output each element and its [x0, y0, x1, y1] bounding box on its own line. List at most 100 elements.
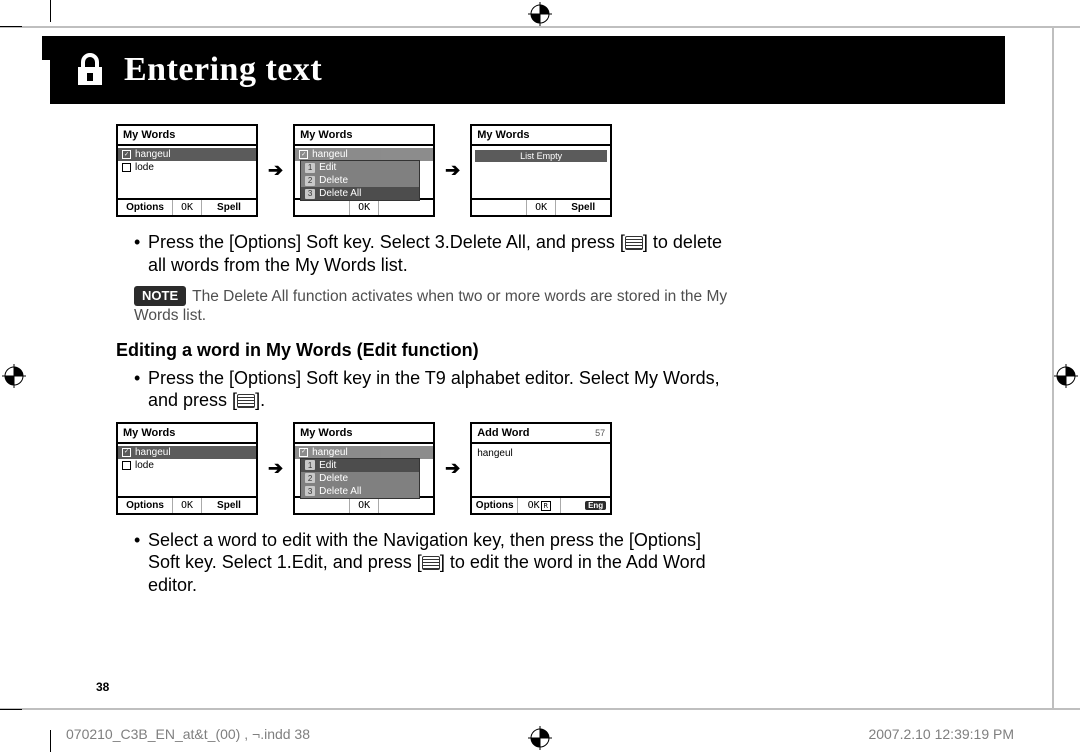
registration-mark-icon [528, 2, 552, 26]
menu-item: 3 Delete All [301, 187, 419, 200]
checkbox-icon [122, 163, 131, 172]
page-header: Entering text [50, 36, 1005, 104]
menu-item: 1 Edit [301, 459, 419, 472]
softkey-ok: OK [526, 200, 556, 215]
registration-mark-icon [1054, 364, 1078, 388]
arrow-right-icon: ➔ [266, 160, 285, 181]
registration-mark-icon [2, 364, 26, 388]
softkey-bar: Options OK Spell [118, 198, 256, 215]
checkbox-icon: ✓ [299, 150, 308, 159]
screen-title: Add Word [477, 427, 529, 439]
list-item-label: hangeul [312, 149, 348, 160]
softkey-bar: Options OKR Eng [472, 496, 610, 513]
softkey-right: Eng [561, 498, 610, 513]
menu-label: Delete All [319, 486, 361, 497]
list-item-label: hangeul [135, 149, 171, 160]
menu-label: Edit [319, 460, 336, 471]
crop-tick [50, 0, 51, 22]
empty-list-label: List Empty [475, 150, 607, 162]
softkey-left [472, 200, 526, 215]
phone-screen: My Words List Empty OK Spell [470, 124, 612, 217]
note-text: The Delete All function activates when t… [134, 288, 727, 324]
mode-icon: R [541, 501, 551, 511]
screen-title: My Words [118, 126, 256, 146]
menu-label: Delete [319, 175, 348, 186]
list-item-label: hangeul [135, 447, 171, 458]
page-number: 38 [96, 680, 109, 694]
softkey-left: Options [118, 498, 172, 513]
arrow-right-icon: ➔ [443, 458, 462, 479]
softkey-left: Options [118, 200, 172, 215]
text-input-value: hangeul [472, 444, 610, 463]
screen-title: My Words [118, 424, 256, 444]
menu-item: 2 Delete [301, 472, 419, 485]
screenshot-row-2: My Words ✓hangeul lode Options OK Spell … [116, 422, 736, 515]
instruction-paragraph: Press the [Options] Soft key in the T9 a… [134, 367, 736, 412]
softkey-right: Spell [202, 200, 256, 215]
softkey-right [379, 200, 433, 215]
ok-key-icon [237, 394, 255, 408]
footer-file-info: 070210_C3B_EN_at&t_(00) , ¬.indd 38 [66, 726, 310, 742]
footer-timestamp: 2007.2.10 12:39:19 PM [868, 726, 1014, 742]
softkey-ok: OK [349, 498, 379, 513]
softkey-bar: OK Spell [472, 198, 610, 215]
softkey-left [295, 498, 349, 513]
screenshot-row-1: My Words ✓hangeul lode Options OK Spell … [116, 124, 736, 217]
checkbox-icon [122, 461, 131, 470]
softkey-ok: OK [172, 200, 202, 215]
menu-item: 1 Edit [301, 161, 419, 174]
menu-label: Edit [319, 162, 336, 173]
menu-label: Delete [319, 473, 348, 484]
checkbox-icon: ✓ [122, 150, 131, 159]
options-menu: 1 Edit 2 Delete 3 Delete All [300, 160, 420, 201]
softkey-bar: Options OK Spell [118, 496, 256, 513]
softkey-left [295, 200, 349, 215]
phone-screen: My Words ✓ hangeul lode Options OK Spell [116, 124, 258, 217]
softkey-ok: OKR [517, 498, 561, 513]
list-item-label: hangeul [312, 447, 348, 458]
lock-icon [74, 51, 106, 89]
crop-tick [0, 709, 22, 710]
phone-screen: Add Word 57 hangeul Options OKR Eng [470, 422, 612, 515]
phone-screen: My Words ✓hangeul 1Edit 2Delete 3Delete … [293, 422, 435, 515]
softkey-left: Options [472, 498, 517, 513]
checkbox-icon: ✓ [299, 448, 308, 457]
phone-screen: My Words ✓ hangeul 1 Edit 2 Delete 3 Delete … [293, 124, 435, 217]
list-item-label: lode [135, 162, 154, 173]
instruction-paragraph: Press the [Options] Soft key. Select 3.D… [134, 231, 736, 276]
phone-screen: My Words ✓ hangeul lode Options OK Spell [116, 422, 258, 515]
menu-number: 2 [305, 176, 315, 186]
crop-tick [0, 26, 22, 27]
list-item: ✓ hangeul [118, 446, 256, 459]
menu-number: 3 [305, 189, 315, 199]
instruction-paragraph: Select a word to edit with the Navigatio… [134, 529, 736, 597]
softkey-ok: OK [349, 200, 379, 215]
options-menu: 1 Edit 2 Delete 3Delete All [300, 458, 420, 499]
list-item-label: lode [135, 460, 154, 471]
softkey-ok: OK [172, 498, 202, 513]
arrow-right-icon: ➔ [266, 458, 285, 479]
menu-number: 1 [305, 163, 315, 173]
header-accent [42, 36, 50, 60]
char-counter: 57 [595, 428, 605, 438]
note-badge: NOTE [134, 286, 186, 306]
list-item: lode [118, 459, 256, 472]
text: Press the [Options] Soft key. Select 3.D… [148, 232, 625, 252]
crop-border [0, 708, 1080, 710]
menu-label: Delete All [319, 188, 361, 199]
ok-key-icon [625, 236, 643, 250]
arrow-right-icon: ➔ [443, 160, 462, 181]
checkbox-icon: ✓ [122, 448, 131, 457]
page-title: Entering text [124, 51, 322, 89]
language-badge: Eng [585, 501, 606, 510]
menu-item: 3Delete All [301, 485, 419, 498]
screen-title: My Words [295, 126, 433, 146]
menu-number: 2 [305, 473, 315, 483]
screen-title-row: Add Word 57 [472, 424, 610, 444]
menu-item: 2 Delete [301, 174, 419, 187]
text: Press the [Options] Soft key in the T9 a… [148, 368, 720, 411]
text: ]. [255, 390, 265, 410]
list-item: lode [118, 161, 256, 174]
menu-number: 1 [305, 460, 315, 470]
section-subheading: Editing a word in My Words (Edit functio… [116, 340, 736, 361]
